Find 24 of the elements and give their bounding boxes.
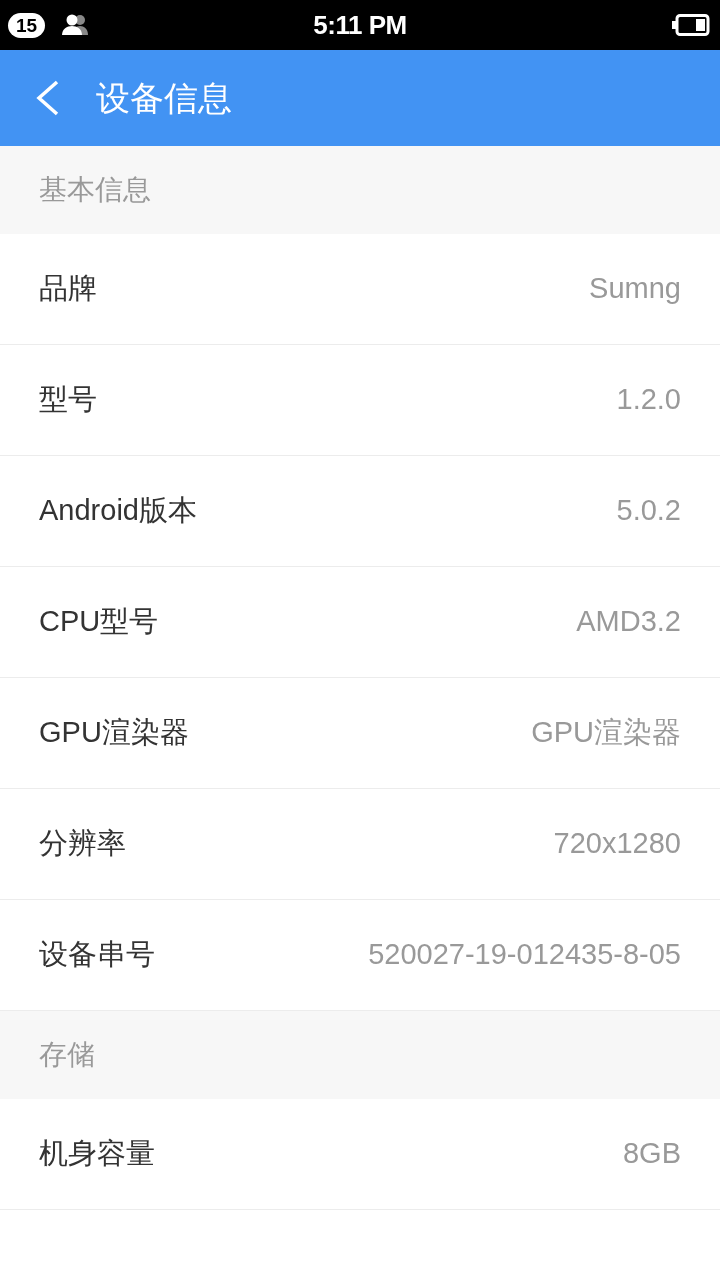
info-label: Android版本 <box>39 493 197 529</box>
status-time: 5:11 PM <box>313 9 407 40</box>
info-label: 品牌 <box>39 271 97 307</box>
back-chevron-icon <box>34 80 60 116</box>
info-value: GPU渲染器 <box>531 715 681 751</box>
section-title: 基本信息 <box>39 173 151 207</box>
info-label: CPU型号 <box>39 604 159 640</box>
info-value: AMD3.2 <box>576 604 681 640</box>
info-label: 型号 <box>39 382 97 418</box>
back-button[interactable] <box>34 80 60 116</box>
info-label: 机身容量 <box>39 1136 155 1172</box>
info-value: 8GB <box>622 1136 681 1172</box>
screen-title: 设备信息 <box>96 81 232 115</box>
info-label: 设备串号 <box>39 937 155 973</box>
info-value: 520027-19-012435-8-05 <box>368 937 681 973</box>
info-label: GPU渲染器 <box>39 715 189 751</box>
info-label: 分辨率 <box>39 826 126 862</box>
info-value: 5.0.2 <box>616 493 681 529</box>
notification-count-badge: 15 <box>8 12 46 38</box>
section-title: 存储 <box>39 1038 95 1072</box>
info-value: Sumng <box>589 271 681 307</box>
battery-icon <box>672 14 710 36</box>
info-value: 720x1280 <box>553 826 681 862</box>
info-value: 1.2.0 <box>616 382 681 418</box>
